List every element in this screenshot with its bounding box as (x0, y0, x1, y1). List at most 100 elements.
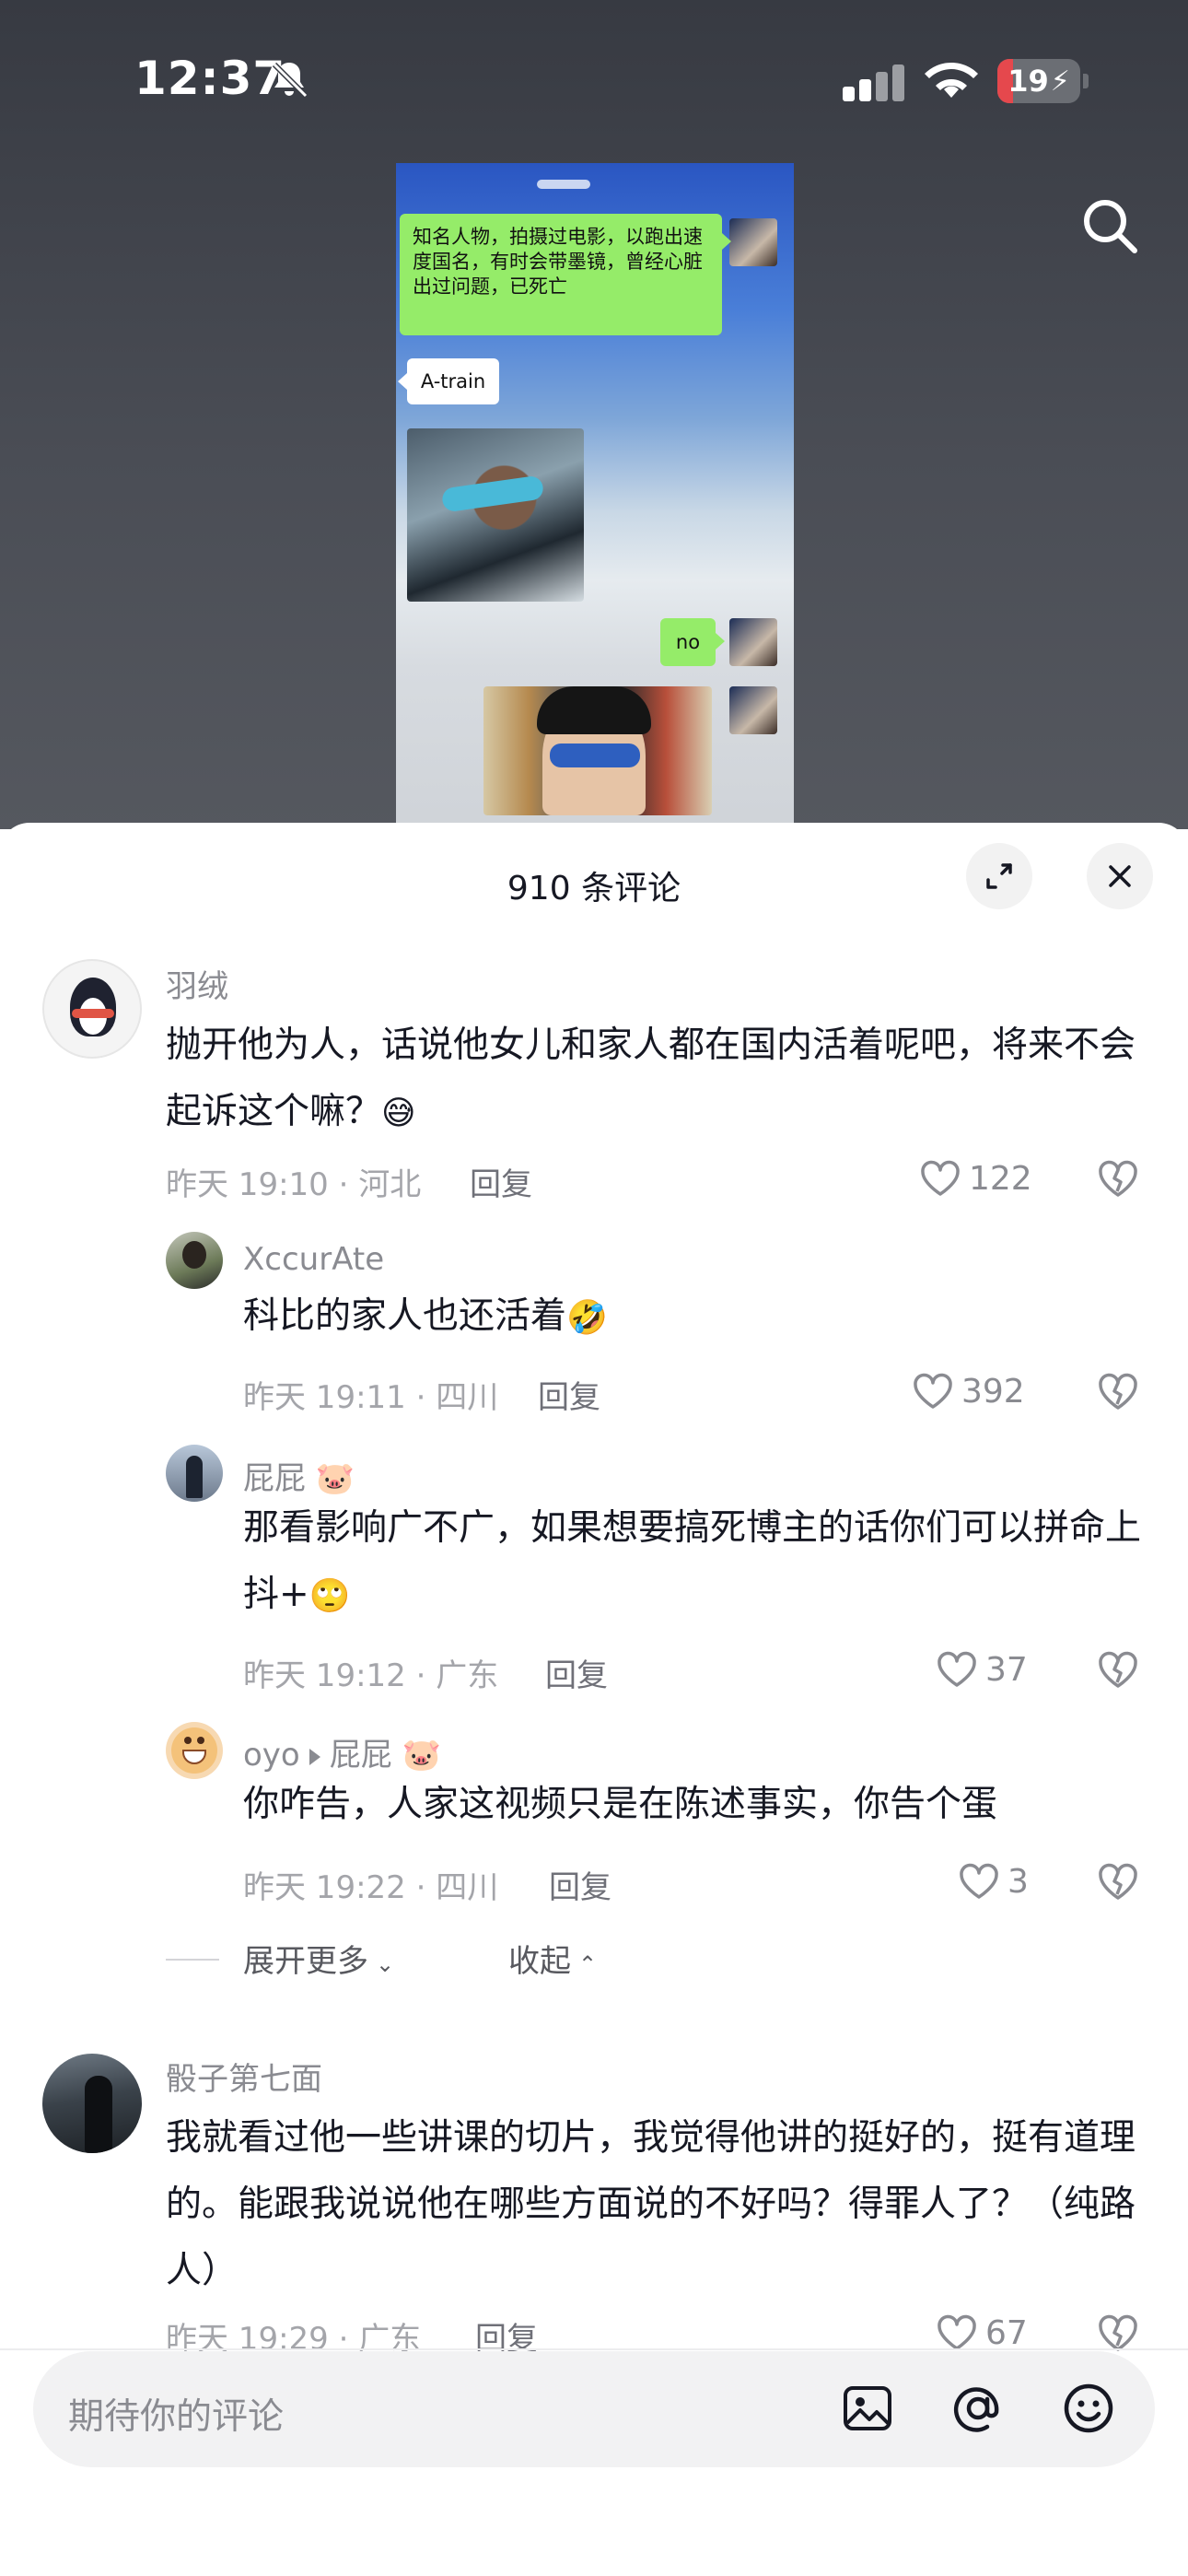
avatar[interactable] (166, 1722, 223, 1779)
heart-icon (960, 1863, 998, 1899)
heart-icon (938, 1651, 976, 1687)
video-player[interactable]: 12:37 19 ⚡ 知名人物，拍摄过电影，以跑出速度国名，有时会带墨镜，曾经心… (0, 0, 1188, 836)
broken-heart-icon[interactable] (1096, 2313, 1140, 2352)
comment-body: 那看影响广不广，如果想要搞死博主的话你们可以拼命上抖+ (243, 1507, 1142, 1615)
comment-text[interactable]: 抛开他为人，话说他女儿和家人都在国内活着呢吧，将来不会起诉这个嘛？😅 (166, 1013, 1142, 1147)
comment-emoji: 😅 (381, 1094, 416, 1132)
reply-button[interactable]: 回复 (545, 1650, 608, 1695)
username-emoji: 🐷 (402, 1737, 441, 1774)
comment-username[interactable]: XccurAte (243, 1241, 384, 1278)
comment-meta: 昨天 19:29 · 广东 (166, 2321, 422, 2352)
reply-button[interactable]: 回复 (475, 2313, 538, 2352)
chat-avatar (729, 686, 777, 734)
charging-bolt-icon: ⚡ (1050, 64, 1070, 98)
chat-bubble-question: 知名人物，拍摄过电影，以跑出速度国名，有时会带墨镜，曾经心脏 出过问题，已死亡 (400, 214, 722, 335)
like-button[interactable]: 122 (919, 1156, 1032, 1200)
username-emoji: 🐷 (315, 1460, 355, 1497)
chat-bubble-answer: A-train (407, 358, 499, 404)
close-icon (1109, 865, 1131, 887)
comment-text[interactable]: 科比的家人也还活着🤣 (243, 1283, 1146, 1352)
like-button[interactable]: 3 (958, 1859, 1029, 1903)
comment-input[interactable]: 期待你的评论 (33, 2351, 1155, 2467)
bubble-tail (716, 633, 725, 650)
like-count: 67 (985, 2313, 1028, 2352)
avatar[interactable] (166, 1445, 223, 1502)
chat-photo-a-train (407, 428, 584, 602)
heart-icon (921, 1160, 960, 1196)
comment-meta: 昨天 19:22 · 四川 (243, 1869, 499, 1906)
chat-bubble-reply: no (660, 618, 716, 666)
battery-level: 19 (1007, 64, 1049, 99)
comment-emoji: 🙄 (309, 1576, 351, 1615)
comment-body: 科比的家人也还活着 (243, 1295, 567, 1337)
comment-text[interactable]: 我就看过他一些讲课的切片，我觉得他讲的挺好的，挺有道理的。能跟我说说他在哪些方面… (166, 2105, 1142, 2304)
reply-to-user: 屁屁 (329, 1737, 392, 1774)
input-divider (0, 2348, 1188, 2350)
expand-more-label: 展开更多 (243, 1943, 368, 1980)
comment-username[interactable]: 羽绒 (166, 961, 228, 1006)
comment-emoji: 🤣 (566, 1298, 608, 1337)
chat-avatar (729, 618, 777, 666)
reply-button[interactable]: 回复 (538, 1372, 600, 1417)
chat-photo-person (483, 686, 712, 815)
username-text: oyo (243, 1737, 300, 1774)
chevron-up-icon: ⌃ (578, 1951, 598, 1977)
broken-heart-icon[interactable] (1096, 1371, 1140, 1411)
wifi-icon (925, 63, 978, 98)
battery-cap (1083, 74, 1089, 88)
broken-heart-icon[interactable] (1096, 1158, 1140, 1199)
comment-username[interactable]: oyo 屁屁 🐷 (243, 1729, 441, 1774)
heart-icon (938, 2314, 976, 2350)
comment-body: 抛开他为人，话说他女儿和家人都在国内活着呢吧，将来不会起诉这个嘛？ (166, 1025, 1136, 1132)
bubble-tail (722, 233, 731, 250)
status-time: 12:37 (134, 52, 286, 105)
like-button[interactable]: 392 (912, 1369, 1025, 1413)
status-bar: 12:37 19 ⚡ (0, 0, 1188, 161)
comment-meta: 昨天 19:11 · 四川 (243, 1379, 499, 1416)
expand-button[interactable] (966, 843, 1032, 909)
emoji-icon[interactable] (1059, 2379, 1118, 2438)
chat-avatar (729, 218, 777, 266)
like-count: 3 (1007, 1862, 1029, 1901)
comment-username[interactable]: 骰子第七面 (166, 2054, 322, 2099)
bubble-tail (398, 373, 407, 390)
cellular-signal-icon (843, 64, 904, 101)
like-count: 122 (969, 1159, 1032, 1198)
comment-footer-clipped: 昨天 19:29 · 广东 回复 67 (0, 2306, 1188, 2352)
battery-indicator: 19 ⚡ (997, 59, 1080, 103)
like-count: 37 (985, 1650, 1028, 1689)
close-button[interactable] (1087, 843, 1153, 909)
avatar[interactable] (166, 1232, 223, 1289)
like-count: 392 (961, 1372, 1025, 1411)
collapse-button[interactable]: 收起 ⌃ (508, 1936, 597, 1981)
like-button[interactable]: 67 (936, 2311, 1028, 2352)
image-icon[interactable] (838, 2379, 897, 2438)
comment-text[interactable]: 你咋告，人家这视频只是在陈述事实，你告个蛋 (243, 1772, 1146, 1838)
avatar[interactable] (42, 2054, 142, 2153)
broken-heart-icon[interactable] (1096, 1649, 1140, 1690)
notch (537, 180, 590, 189)
chevron-down-icon: ⌄ (376, 1951, 395, 1977)
avatar[interactable] (42, 959, 142, 1059)
comment-sheet: 910 条评论 羽绒 抛开他为人，话说他女儿和家人都在国内活着呢吧，将来不会起诉… (0, 823, 1188, 2576)
expand-icon (986, 863, 1012, 889)
comment-username[interactable]: 屁屁 🐷 (243, 1453, 355, 1498)
thread-divider (166, 1959, 219, 1961)
heart-icon (914, 1373, 952, 1409)
reply-button[interactable]: 回复 (549, 1862, 611, 1907)
search-icon[interactable] (1077, 193, 1142, 258)
comment-text[interactable]: 那看影响广不广，如果想要搞死博主的话你们可以拼命上抖+🙄 (243, 1495, 1146, 1630)
reply-arrow-icon (309, 1748, 320, 1765)
at-icon[interactable] (949, 2379, 1007, 2438)
bell-slash-icon (272, 62, 309, 99)
video-frame-chat-screenshot: 知名人物，拍摄过电影，以跑出速度国名，有时会带墨镜，曾经心脏 出过问题，已死亡 … (396, 163, 794, 836)
reply-button[interactable]: 回复 (470, 1159, 532, 1204)
broken-heart-icon[interactable] (1096, 1861, 1140, 1902)
collapse-label: 收起 (508, 1943, 571, 1980)
username-text: 屁屁 (243, 1460, 306, 1497)
comment-meta: 昨天 19:10 · 河北 (166, 1166, 422, 1203)
comment-meta: 昨天 19:12 · 广东 (243, 1657, 499, 1694)
comment-input-placeholder: 期待你的评论 (68, 2396, 285, 2438)
like-button[interactable]: 37 (936, 1647, 1028, 1692)
expand-more-button[interactable]: 展开更多 ⌄ (243, 1936, 394, 1981)
